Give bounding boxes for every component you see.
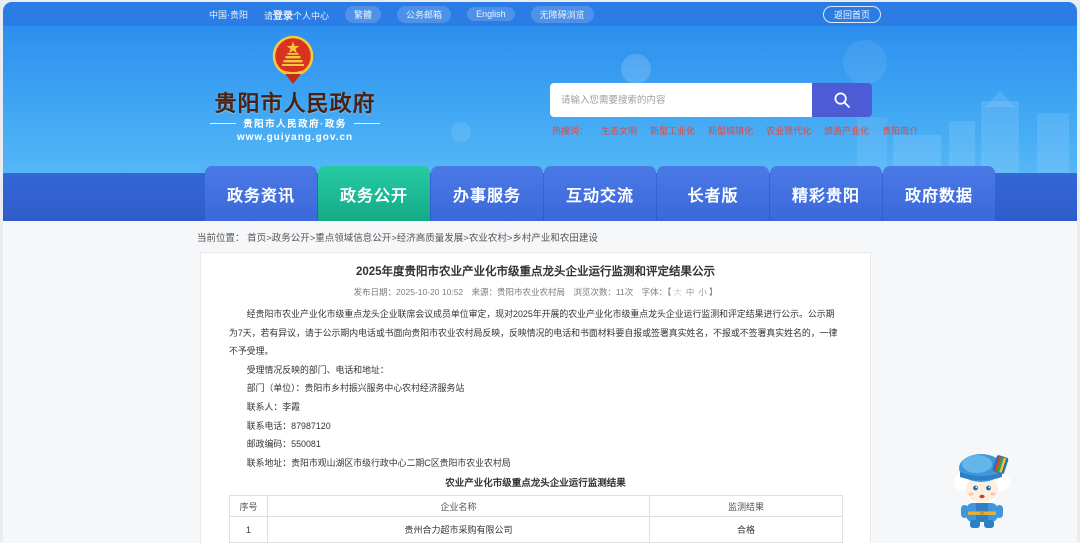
source: 来源：贵阳市农业农村局: [471, 287, 566, 297]
hot-search-item[interactable]: 农业现代化: [766, 124, 811, 137]
col-header-index: 序号: [229, 495, 268, 518]
col-header-result: 监测结果: [649, 495, 843, 518]
view-count: 浏览次数：11次: [573, 287, 634, 297]
header-banner: 贵阳市人民政府 贵阳市人民政府·政务 www.guiyang.gov.cn 热搜…: [3, 26, 1077, 173]
article-paragraph: 部门（单位）：贵阳市乡村振兴服务中心农村经济服务站: [246, 383, 465, 394]
topbar-login-link[interactable]: 请登录个人中心: [264, 7, 329, 22]
cell-index: 1: [229, 516, 268, 543]
hot-search-item[interactable]: 旅游产业化: [824, 124, 869, 137]
national-emblem-icon: [272, 35, 314, 84]
breadcrumb-path[interactable]: 首页>政务公开>重点领域信息公开>经济高质量发展>农业农村>乡村产业和农田建设: [247, 233, 598, 244]
content-area: 当前位置： 首页>政务公开>重点领域信息公开>经济高质量发展>农业农村>乡村产业…: [3, 221, 1077, 543]
search-button[interactable]: [812, 83, 872, 117]
page: 中国·贵阳 请登录个人中心 繁體 公务邮箱 English 无障碍浏览 返回首页: [3, 2, 1077, 543]
search-bar: [550, 83, 872, 117]
table-header-row: 序号 企业名称 监测结果: [229, 495, 843, 518]
hot-search-label: 热搜词：: [552, 126, 589, 136]
cell-result: 合格: [649, 516, 843, 543]
nav-tab-highlights[interactable]: 精彩贵阳: [770, 166, 882, 221]
hot-search-item[interactable]: 新型工业化: [650, 124, 695, 137]
search-input[interactable]: [550, 83, 812, 117]
pagoda-decor: [985, 91, 1015, 107]
subtitle-line: [210, 122, 237, 124]
article-title: 2025年度贵阳市农业产业化市级重点龙头企业运行监测和评定结果公示: [355, 266, 716, 278]
cityscape-decor: [981, 101, 1019, 173]
topbar-link-china-guiyang[interactable]: 中国·贵阳: [209, 8, 248, 21]
bokeh-decor: [451, 122, 471, 142]
login-prefix: 请: [264, 10, 274, 21]
hot-search-item[interactable]: 贵阳简介: [882, 124, 918, 137]
article-body: 经贵阳市农业产业化市级重点龙头企业联席会议成员单位审定，现对2025年开展的农业…: [229, 305, 842, 472]
nav-tab-services[interactable]: 办事服务: [431, 166, 543, 221]
nav-tab-senior-version[interactable]: 长者版: [657, 166, 769, 221]
article-card: 2025年度贵阳市农业产业化市级重点龙头企业运行监测和评定结果公示 发布日期：2…: [200, 252, 871, 543]
article-meta: 发布日期：2025-10-20 10:52 来源：贵阳市农业农村局 浏览次数：1…: [229, 287, 842, 297]
return-home-button[interactable]: 返回首页: [822, 6, 881, 23]
breadcrumb: 当前位置： 首页>政务公开>重点领域信息公开>经济高质量发展>农业农村>乡村产业…: [197, 230, 598, 244]
hot-search-item[interactable]: 新型城镇化: [708, 124, 753, 137]
topbar-links: 中国·贵阳 请登录个人中心 繁體 公务邮箱 English 无障碍浏览: [209, 2, 594, 26]
site-subtitle: 贵阳市人民政府·政务: [185, 116, 405, 130]
bokeh-decor: [843, 40, 887, 84]
topbar-link-official-mail[interactable]: 公务邮箱: [397, 5, 452, 23]
topbar-link-english[interactable]: English: [467, 7, 515, 21]
article-paragraph: 经贵阳市农业产业化市级重点龙头企业联席会议成员单位审定，现对2025年开展的农业…: [229, 309, 838, 357]
table-row: 1 贵州合力超市采购有限公司 合格: [229, 516, 843, 543]
font-size-small-button[interactable]: 小: [698, 287, 707, 297]
table-caption: 农业产业化市级重点龙头企业运行监测结果: [445, 478, 626, 490]
topbar-link-traditional[interactable]: 繁體: [345, 5, 382, 23]
topbar-link-accessibility[interactable]: 无障碍浏览: [530, 5, 594, 23]
font-size-label-close: 】: [708, 287, 718, 297]
article-paragraph: 邮政编码：550081: [246, 439, 321, 450]
publish-date: 发布日期：2025-10-20 10:52: [353, 287, 464, 297]
login-bold: 登录: [273, 10, 294, 22]
monitoring-result-table: 序号 企业名称 监测结果 1 贵州合力超市采购有限公司 合格 2 贵州友禾种业有…: [229, 495, 843, 543]
breadcrumb-label: 当前位置：: [197, 233, 245, 244]
article-paragraph: 联系电话：87987120: [246, 420, 331, 431]
font-size-label: 字体：【: [641, 287, 672, 297]
top-utility-bar: 中国·贵阳 请登录个人中心 繁體 公务邮箱 English 无障碍浏览 返回首页: [3, 2, 1077, 26]
bokeh-decor: [621, 54, 651, 84]
cityscape-decor: [1037, 113, 1069, 173]
article-paragraph: 联系人：李霞: [246, 401, 301, 412]
site-title: 贵阳市人民政府: [214, 91, 376, 116]
font-size-medium-button[interactable]: 中: [686, 287, 695, 297]
font-size-large-button[interactable]: 大: [673, 287, 682, 297]
nav-tab-interaction[interactable]: 互动交流: [544, 166, 656, 221]
article-paragraph: 联系地址：贵阳市观山湖区市级行政中心二期C区贵阳市农业农村局: [246, 457, 511, 468]
subtitle-line: [353, 122, 380, 124]
nav-tab-gov-data[interactable]: 政府数据: [883, 166, 995, 221]
col-header-company: 企业名称: [267, 495, 650, 518]
site-logo[interactable]: 贵阳市人民政府 贵阳市人民政府·政务 www.guiyang.gov.cn: [185, 26, 405, 173]
nav-tab-disclosure[interactable]: 政务公开: [318, 166, 430, 221]
search-icon: [834, 92, 850, 108]
hot-search-item[interactable]: 生态文明: [601, 124, 637, 137]
nav-tab-news[interactable]: 政务资讯: [205, 166, 317, 221]
hot-search-row: 热搜词： 生态文明 新型工业化 新型城镇化 农业现代化 旅游产业化 贵阳简介: [552, 124, 918, 137]
subtitle-text: 贵阳市人民政府·政务: [243, 119, 347, 130]
online-service-mascot[interactable]: [950, 448, 1014, 530]
cell-company: 贵州合力超市采购有限公司: [267, 516, 650, 543]
login-suffix: 个人中心: [293, 10, 330, 21]
article-paragraph: 受理情况反映的部门、电话和地址：: [246, 364, 389, 375]
site-url: www.guiyang.gov.cn: [236, 132, 354, 143]
